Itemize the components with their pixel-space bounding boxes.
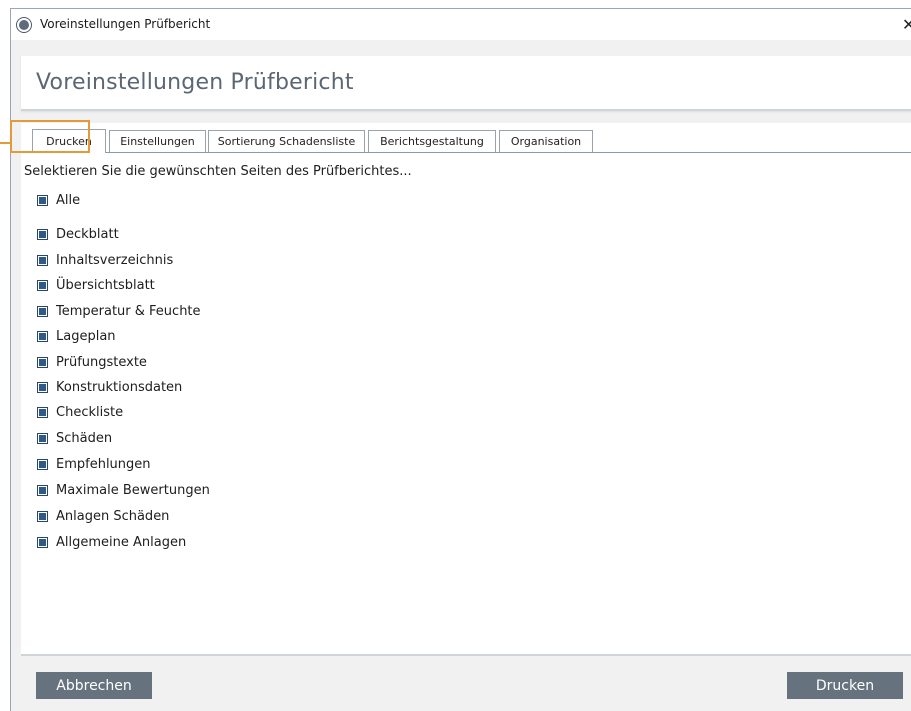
checkbox-label: Deckblatt xyxy=(56,226,119,242)
checkbox-checkliste[interactable]: Checkliste xyxy=(37,403,123,421)
header-panel: Voreinstellungen Prüfbericht xyxy=(21,56,911,111)
checkbox-allgemeine-anlagen[interactable]: Allgemeine Anlagen xyxy=(37,533,186,551)
tab-einstellungen[interactable]: Einstellungen xyxy=(109,130,206,152)
checkbox-label: Alle xyxy=(56,192,81,208)
app-icon xyxy=(16,17,32,33)
checkbox-anlagen-schaeden[interactable]: Anlagen Schäden xyxy=(37,507,169,525)
checkbox-icon[interactable] xyxy=(37,356,48,368)
checkbox-label: Empfehlungen xyxy=(56,456,151,472)
tab-strip: Drucken Einstellungen Sortierung Schaden… xyxy=(21,128,911,153)
checkbox-all[interactable]: Alle xyxy=(37,191,80,209)
checkbox-icon[interactable] xyxy=(37,432,48,444)
title-bar: Voreinstellungen Prüfbericht ✕ xyxy=(11,9,911,40)
intro-text: Selektieren Sie die gewünschten Seiten d… xyxy=(24,164,412,179)
checkbox-icon[interactable] xyxy=(37,484,48,496)
checkbox-label: Maximale Bewertungen xyxy=(56,482,210,498)
checkbox-label: Schäden xyxy=(56,430,113,446)
checkbox-temperatur-feuchte[interactable]: Temperatur & Feuchte xyxy=(37,302,201,320)
checkbox-icon[interactable] xyxy=(37,254,48,266)
checkbox-icon[interactable] xyxy=(37,228,48,240)
callout-line xyxy=(0,142,10,144)
checkbox-label: Übersichtsblatt xyxy=(56,277,155,293)
checkbox-uebersichtsblatt[interactable]: Übersichtsblatt xyxy=(37,276,155,294)
checkbox-label: Inhaltsverzeichnis xyxy=(56,252,174,268)
close-icon[interactable]: ✕ xyxy=(902,15,911,33)
checkbox-icon[interactable] xyxy=(37,279,48,291)
checkbox-maximale-bewertungen[interactable]: Maximale Bewertungen xyxy=(37,481,210,499)
checkbox-icon[interactable] xyxy=(37,330,48,342)
checkbox-label: Checkliste xyxy=(56,404,124,420)
checkbox-label: Lageplan xyxy=(56,328,116,344)
tab-organisation[interactable]: Organisation xyxy=(499,130,593,152)
checkbox-icon[interactable] xyxy=(37,458,48,470)
checkbox-konstruktionsdaten[interactable]: Konstruktionsdaten xyxy=(37,378,182,396)
page-title: Voreinstellungen Prüfbericht xyxy=(36,70,354,95)
checkbox-empfehlungen[interactable]: Empfehlungen xyxy=(37,455,151,473)
checkbox-pruefungstexte[interactable]: Prüfungstexte xyxy=(37,353,147,371)
checkbox-label: Prüfungstexte xyxy=(56,354,147,370)
checkbox-inhaltsverzeichnis[interactable]: Inhaltsverzeichnis xyxy=(37,251,173,269)
cancel-button[interactable]: Abbrechen xyxy=(36,672,152,699)
print-button[interactable]: Drucken xyxy=(787,672,903,699)
checkbox-label: Anlagen Schäden xyxy=(56,508,170,524)
window-title: Voreinstellungen Prüfbericht xyxy=(40,17,211,31)
checkbox-lageplan[interactable]: Lageplan xyxy=(37,327,116,345)
checkbox-icon[interactable] xyxy=(37,510,48,522)
tab-drucken[interactable]: Drucken xyxy=(32,129,106,153)
checkbox-icon[interactable] xyxy=(37,381,48,393)
checkbox-label: Temperatur & Feuchte xyxy=(56,303,201,319)
checkbox-label: Allgemeine Anlagen xyxy=(56,534,187,550)
tab-berichtsgestaltung[interactable]: Berichtsgestaltung xyxy=(368,130,496,152)
checkbox-icon[interactable] xyxy=(37,194,48,206)
checkbox-schaeden[interactable]: Schäden xyxy=(37,429,112,447)
checkbox-deckblatt[interactable]: Deckblatt xyxy=(37,225,119,243)
checkbox-icon[interactable] xyxy=(37,536,48,548)
checkbox-icon[interactable] xyxy=(37,406,48,418)
checkbox-label: Konstruktionsdaten xyxy=(56,379,183,395)
checkbox-icon[interactable] xyxy=(37,305,48,317)
tab-sortierung-schadensliste[interactable]: Sortierung Schadensliste xyxy=(208,130,365,152)
